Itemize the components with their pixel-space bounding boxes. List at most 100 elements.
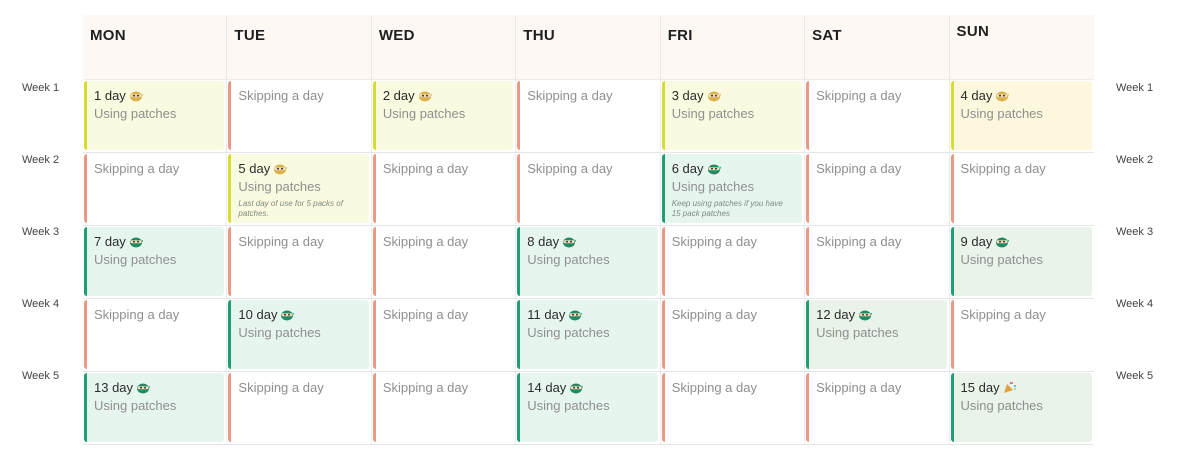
day-count-label: 8 day (527, 234, 657, 252)
day-count-label: 2 day (383, 88, 513, 106)
skip-day-card[interactable]: Skipping a day (517, 81, 658, 150)
day-count-label: 14 day (527, 380, 657, 398)
skip-day-card[interactable]: Skipping a day (228, 81, 369, 150)
patch-day-card[interactable]: 7 day Using patches (84, 227, 225, 296)
ninja-green-icon (568, 309, 583, 325)
ninja-green-icon (136, 382, 151, 398)
day-count-label: 12 day (816, 307, 946, 325)
status-label: Using patches (960, 106, 1043, 121)
ninja-green-icon (129, 236, 143, 252)
status-label: Using patches (94, 106, 177, 121)
day-count-label: 7 day (94, 234, 224, 252)
patch-day-card[interactable]: 4 day Using patches (950, 81, 1092, 150)
patch-day-card[interactable]: 5 day Using patches Last day of use for 5 … (228, 154, 369, 223)
week-rows: 1 day Using patches Skipping a day 2 day Usi… (83, 80, 1094, 445)
day-cell-w5-mon: 13 day Using patches (83, 372, 228, 444)
status-label: Using patches (960, 398, 1043, 413)
skip-day-card[interactable]: Skipping a day (806, 81, 947, 150)
skip-day-card[interactable]: Skipping a day (806, 154, 947, 223)
day-cell-w2-fri: 6 day Using patches Keep using patches if … (661, 153, 806, 225)
day-count-label: 1 day (94, 88, 224, 106)
patch-day-card[interactable]: 3 day Using patches (661, 81, 803, 150)
day-cell-w1-thu: Skipping a day (516, 80, 661, 152)
patch-day-card[interactable]: 13 day Using patches (84, 373, 225, 442)
patch-day-card[interactable]: 8 day Using patches (517, 227, 658, 296)
skip-day-card[interactable]: Skipping a day (661, 300, 803, 369)
status-label: Using patches (94, 252, 177, 267)
skip-day-card[interactable]: Skipping a day (806, 227, 947, 296)
card-note: Last day of use for 5 packs of patches. (238, 199, 343, 218)
day-cell-w2-mon: Skipping a day (83, 153, 228, 225)
day-count-label: 6 day (672, 161, 802, 179)
skip-day-card[interactable]: Skipping a day (228, 373, 369, 442)
day-cell-w3-mon: 7 day Using patches (83, 226, 228, 298)
day-cell-w3-thu: 8 day Using patches (516, 226, 661, 298)
day-count-label: 15 day (961, 380, 1092, 398)
day-header-sun: SUN (956, 23, 990, 40)
day-cell-w1-mon: 1 day Using patches (83, 80, 228, 152)
day-header-sat: SAT (805, 15, 950, 79)
skip-day-card[interactable]: Skipping a day (372, 300, 514, 369)
status-label: Using patches (960, 252, 1043, 267)
week-label-left-5: Week 5 (22, 370, 60, 382)
day-count-label: 10 day (238, 307, 368, 325)
week-row-1: 1 day Using patches Skipping a day 2 day Usi… (83, 80, 1094, 153)
day-count-label: 11 day (527, 307, 657, 325)
day-count-label: 4 day (961, 88, 1092, 106)
skip-day-card[interactable]: Skipping a day (950, 154, 1092, 223)
skip-label: Skipping a day (238, 88, 324, 103)
skip-day-card[interactable]: Skipping a day (661, 227, 803, 296)
skip-day-card[interactable]: Skipping a day (84, 154, 225, 223)
day-cell-w4-thu: 11 day Using patches (516, 299, 661, 371)
skip-label: Skipping a day (527, 88, 613, 103)
skip-label: Skipping a day (527, 161, 613, 176)
skip-day-card[interactable]: Skipping a day (372, 154, 514, 223)
week-label-left-3: Week 3 (22, 226, 60, 238)
ninja-yellow-icon (129, 90, 143, 106)
patch-day-card[interactable]: 15 day Using patches (950, 373, 1092, 442)
patch-day-card[interactable]: 2 day Using patches (372, 81, 514, 150)
skip-day-card[interactable]: Skipping a day (517, 154, 658, 223)
day-cell-w1-sun: 4 day Using patches (950, 80, 1094, 152)
calendar-grid: MON TUE WED THU FRI SAT SUN 1 day Using p… (83, 15, 1094, 445)
skip-label: Skipping a day (960, 307, 1046, 322)
skip-day-card[interactable]: Skipping a day (228, 227, 369, 296)
ninja-green-icon (569, 382, 584, 398)
skip-day-card[interactable]: Skipping a day (950, 300, 1092, 369)
status-label: Using patches (527, 252, 610, 267)
week-label-left-2: Week 2 (22, 154, 60, 166)
day-count-label: 5 day (238, 161, 368, 179)
skip-day-card[interactable]: Skipping a day (84, 300, 225, 369)
day-cell-w2-sat: Skipping a day (805, 153, 950, 225)
day-cell-w3-fri: Skipping a day (661, 226, 806, 298)
patch-day-card[interactable]: 14 day Using patches (517, 373, 658, 442)
skip-label: Skipping a day (94, 161, 180, 176)
status-label: Using patches (671, 106, 755, 121)
day-header-wed: WED (372, 15, 517, 79)
week-label-right-2: Week 2 (1116, 154, 1154, 166)
day-cell-w4-mon: Skipping a day (83, 299, 228, 371)
skip-day-card[interactable]: Skipping a day (372, 373, 514, 442)
day-header-row: MON TUE WED THU FRI SAT SUN (83, 15, 1094, 80)
skip-label: Skipping a day (238, 380, 324, 395)
patch-day-card[interactable]: 10 day Using patches (228, 300, 369, 369)
day-cell-w4-fri: Skipping a day (661, 299, 806, 371)
skip-label: Skipping a day (382, 380, 469, 395)
week-label-right-1: Week 1 (1116, 82, 1154, 94)
day-cell-w3-tue: Skipping a day (227, 226, 372, 298)
patch-day-card[interactable]: 1 day Using patches (84, 81, 225, 150)
patch-day-card[interactable]: 9 day Using patches (950, 227, 1092, 296)
day-header-mon: MON (83, 15, 228, 79)
skip-day-card[interactable]: Skipping a day (806, 373, 947, 442)
ninja-yellow-icon (418, 90, 432, 106)
skip-day-card[interactable]: Skipping a day (372, 227, 514, 296)
status-label: Using patches (816, 325, 899, 340)
patch-day-card[interactable]: 6 day Using patches Keep using patches if … (661, 154, 803, 223)
patch-day-card[interactable]: 11 day Using patches (517, 300, 658, 369)
status-label: Using patches (527, 325, 610, 340)
skip-day-card[interactable]: Skipping a day (661, 373, 803, 442)
week-label-right-5: Week 5 (1116, 370, 1154, 382)
status-label: Using patches (94, 398, 177, 413)
skip-label: Skipping a day (816, 380, 902, 395)
patch-day-card[interactable]: 12 day Using patches (806, 300, 947, 369)
